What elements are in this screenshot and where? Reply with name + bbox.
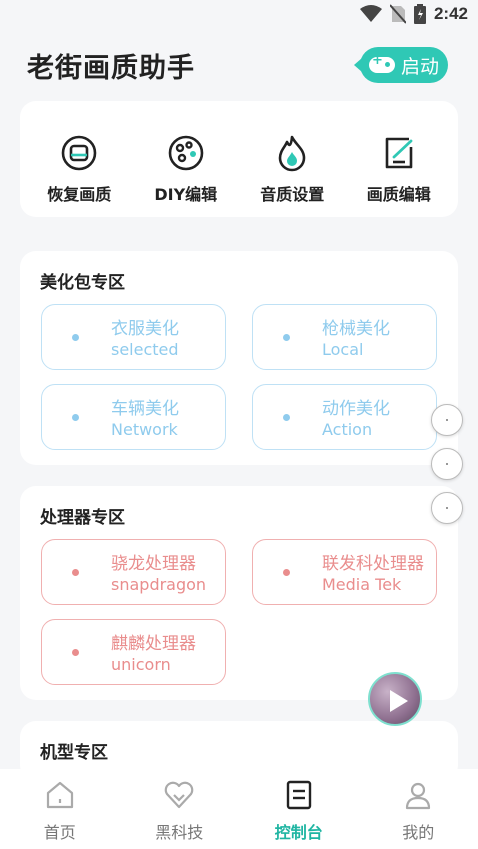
chip-icon	[283, 334, 290, 341]
quick-action-label: 画质编辑	[366, 185, 431, 204]
chip-title: 车辆美化	[111, 399, 179, 419]
start-button-label: 启动	[400, 55, 439, 78]
section-title: 美化包专区	[40, 273, 125, 293]
nav-item-console[interactable]: 控制台	[239, 769, 359, 849]
battery-icon	[413, 4, 426, 24]
floating-dot-button[interactable]	[431, 404, 463, 436]
nav-item-home[interactable]: 首页	[0, 769, 120, 849]
chip-title: 骁龙处理器	[111, 554, 196, 574]
chip-title: 衣服美化	[111, 319, 179, 339]
gamepad-icon	[368, 53, 395, 73]
start-button[interactable]: 启动	[354, 47, 448, 83]
processor-snapdragon-button[interactable]: 骁龙处理器 snapdragon	[41, 539, 226, 605]
chip-title: 麒麟处理器	[111, 634, 196, 654]
chip-icon	[72, 649, 79, 656]
chip-icon	[72, 569, 79, 576]
chip-icon	[283, 414, 290, 421]
clock: 2:42	[433, 4, 468, 23]
chip-subtitle: snapdragon	[111, 575, 207, 594]
home-icon	[46, 781, 73, 809]
beautify-action-button[interactable]: 动作美化 Action	[252, 384, 437, 450]
quick-actions-card: 恢复画质 DIY编辑 音质设置 画质编辑	[20, 101, 458, 217]
heart-icon	[164, 781, 194, 809]
edit-icon	[385, 137, 413, 169]
quick-action-label: DIY编辑	[154, 185, 218, 204]
quick-action-diy[interactable]: DIY编辑	[136, 133, 236, 217]
chip-subtitle: Network	[111, 420, 178, 439]
quick-action-restore[interactable]: 恢复画质	[29, 133, 129, 217]
quick-action-label: 恢复画质	[47, 185, 112, 204]
console-icon	[286, 780, 311, 810]
chip-icon	[283, 569, 290, 576]
quick-action-audio[interactable]: 音质设置	[242, 133, 342, 217]
flame-icon	[278, 135, 306, 172]
section-title: 处理器专区	[40, 508, 125, 528]
chip-subtitle: unicorn	[111, 655, 171, 674]
processor-kirin-button[interactable]: 麒麟处理器 unicorn	[41, 619, 226, 685]
beautify-card: 美化包专区 衣服美化 selected 枪械美化 Local 车辆美化 Netw…	[20, 251, 458, 465]
chip-subtitle: Action	[322, 420, 373, 439]
chip-subtitle: selected	[111, 340, 179, 359]
restore-icon	[61, 135, 97, 171]
nav-label: 我的	[402, 823, 435, 842]
no-sim-icon	[389, 4, 406, 24]
nav-label: 控制台	[274, 823, 323, 842]
chip-subtitle: Local	[322, 340, 364, 359]
processor-mediatek-button[interactable]: 联发科处理器 Media Tek	[252, 539, 437, 605]
chip-subtitle: Media Tek	[322, 575, 402, 594]
floating-video-button[interactable]	[368, 672, 422, 726]
beautify-clothes-button[interactable]: 衣服美化 selected	[41, 304, 226, 370]
user-icon	[406, 782, 431, 810]
quick-action-graphics[interactable]: 画质编辑	[349, 133, 449, 217]
chip-title: 枪械美化	[322, 319, 390, 339]
nav-item-me[interactable]: 我的	[359, 769, 478, 849]
chip-icon	[72, 334, 79, 341]
chip-title: 联发科处理器	[322, 554, 424, 574]
wifi-icon	[359, 5, 382, 22]
nav-item-tech[interactable]: 黑科技	[120, 769, 240, 849]
palette-icon	[168, 135, 204, 171]
beautify-gun-button[interactable]: 枪械美化 Local	[252, 304, 437, 370]
beautify-vehicle-button[interactable]: 车辆美化 Network	[41, 384, 226, 450]
app-title: 老街画质助手	[27, 53, 195, 84]
play-icon	[390, 690, 408, 712]
bottom-nav: 首页 黑科技 控制台 我的	[0, 769, 478, 849]
chip-title: 动作美化	[322, 399, 390, 419]
nav-label: 黑科技	[155, 823, 204, 842]
quick-action-label: 音质设置	[260, 185, 325, 204]
status-bar: 2:42	[0, 0, 478, 34]
nav-label: 首页	[43, 823, 76, 842]
floating-dot-button[interactable]	[431, 492, 463, 524]
processor-card: 处理器专区 骁龙处理器 snapdragon 联发科处理器 Media Tek …	[20, 486, 458, 700]
floating-dot-button[interactable]	[431, 448, 463, 480]
chip-icon	[72, 414, 79, 421]
section-title: 机型专区	[40, 743, 108, 763]
